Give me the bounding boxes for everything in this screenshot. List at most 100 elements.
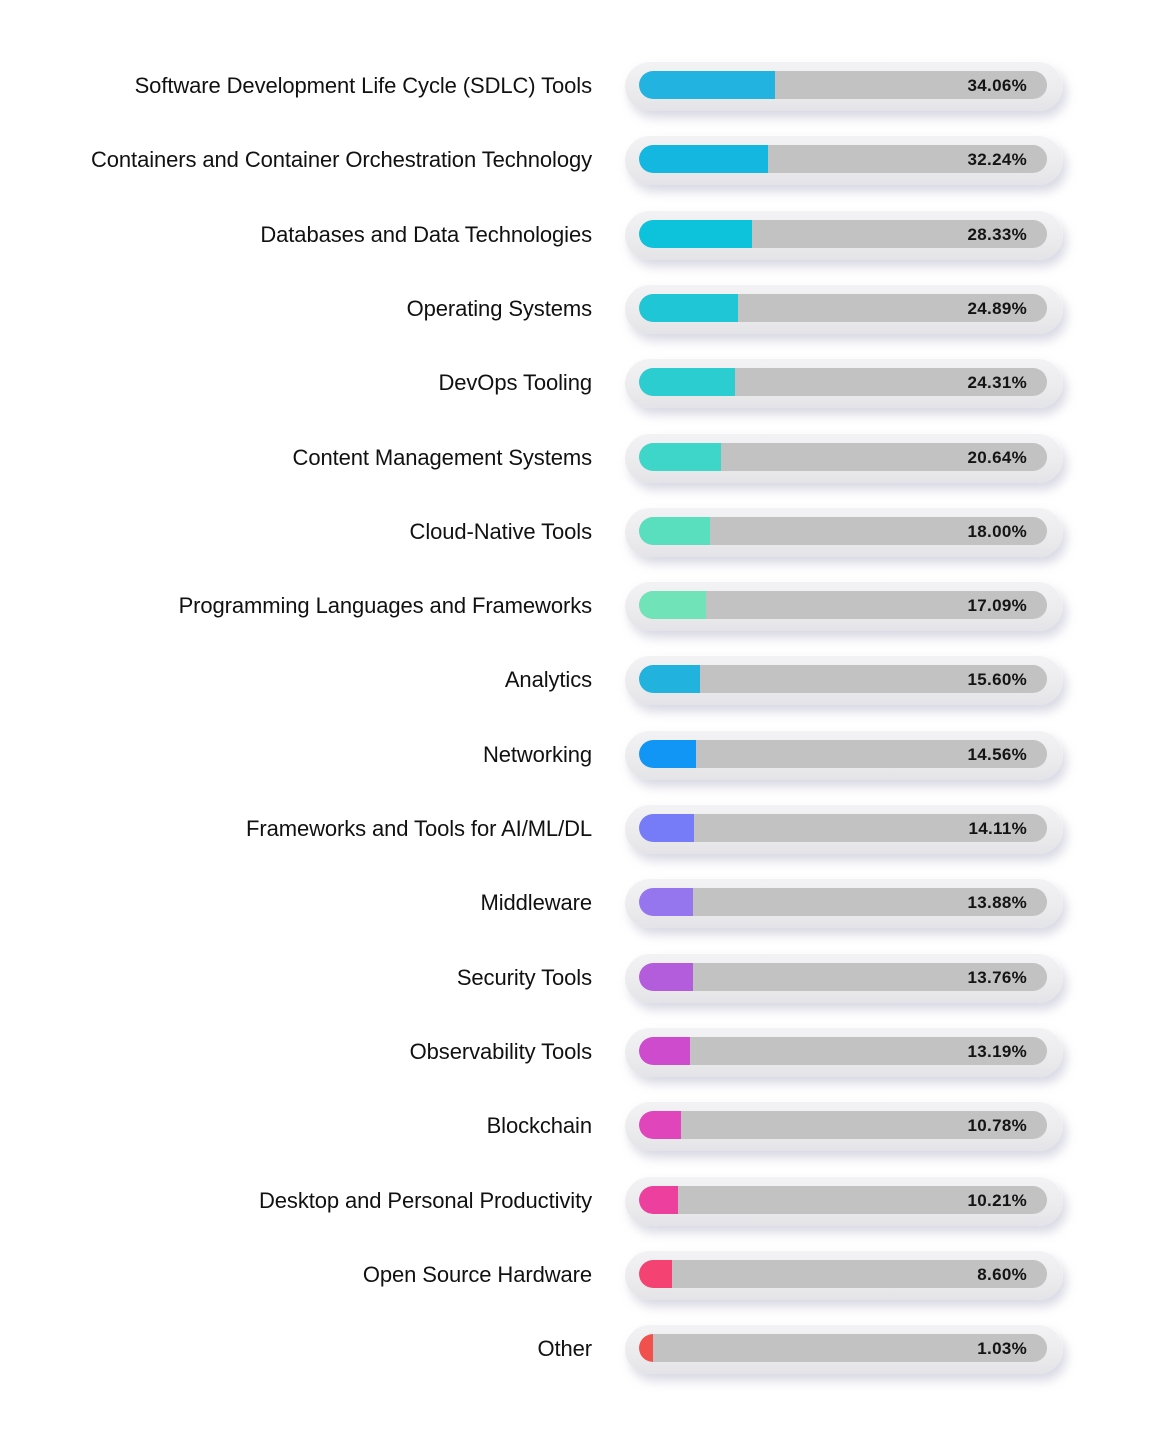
bar-track: 28.33% bbox=[639, 219, 1047, 248]
bar-track: 17.09% bbox=[639, 591, 1047, 620]
bar-container: 13.19% bbox=[625, 1026, 1063, 1077]
value-label: 18.00% bbox=[967, 521, 1027, 541]
bar-row: Operating Systems 24.89% bbox=[0, 272, 1159, 346]
value-label: 13.88% bbox=[967, 893, 1027, 913]
value-label: 32.24% bbox=[967, 150, 1027, 170]
bar-track: 8.60% bbox=[639, 1259, 1047, 1288]
bar-container: 14.56% bbox=[625, 729, 1063, 780]
bar-fill bbox=[639, 219, 752, 248]
category-label: Other bbox=[537, 1336, 592, 1362]
bar-fill bbox=[639, 814, 695, 842]
bar-fill bbox=[639, 1036, 691, 1065]
bar-row: Programming Languages and Frameworks 17.0… bbox=[0, 569, 1159, 643]
bar-fill bbox=[639, 665, 701, 694]
bar-track: 34.06% bbox=[639, 71, 1047, 99]
bar-track: 13.76% bbox=[639, 962, 1047, 991]
bar-container: 13.88% bbox=[625, 878, 1063, 929]
bar-fill bbox=[639, 71, 775, 99]
category-label: Programming Languages and Frameworks bbox=[178, 593, 592, 619]
value-label: 10.78% bbox=[967, 1116, 1027, 1136]
bar-track: 13.19% bbox=[639, 1036, 1047, 1065]
bar-container: 14.11% bbox=[625, 804, 1063, 854]
bar-fill bbox=[639, 1259, 672, 1288]
category-label: Databases and Data Technologies bbox=[260, 221, 592, 247]
bar-container: 34.06% bbox=[625, 61, 1063, 111]
bar-fill bbox=[639, 1185, 679, 1214]
category-label: Content Management Systems bbox=[292, 444, 593, 470]
bar-container: 8.60% bbox=[625, 1249, 1063, 1300]
category-label: Middleware bbox=[480, 890, 593, 916]
bar-container: 10.78% bbox=[625, 1101, 1063, 1152]
bar-container: 18.00% bbox=[625, 506, 1063, 557]
category-label: Desktop and Personal Productivity bbox=[259, 1187, 592, 1213]
value-label: 10.21% bbox=[967, 1190, 1027, 1210]
bar-row: Other 1.03% bbox=[0, 1312, 1159, 1386]
bar-track: 14.11% bbox=[639, 814, 1047, 842]
category-label: Containers and Container Orchestration T… bbox=[91, 147, 592, 173]
value-label: 14.56% bbox=[967, 744, 1027, 764]
category-label: Software Development Life Cycle (SDLC) T… bbox=[134, 73, 592, 98]
value-label: 8.60% bbox=[977, 1264, 1027, 1284]
value-label: 1.03% bbox=[977, 1339, 1027, 1359]
bar-row: Blockchain 10.78% bbox=[0, 1089, 1159, 1163]
bar-row: Open Source Hardware 8.60% bbox=[0, 1238, 1159, 1312]
value-label: 13.76% bbox=[967, 967, 1027, 987]
bar-fill bbox=[639, 442, 721, 471]
bar-fill bbox=[639, 145, 768, 174]
bar-container: 32.24% bbox=[625, 135, 1063, 186]
bar-container: 15.60% bbox=[625, 655, 1063, 706]
bar-row: Security Tools 13.76% bbox=[0, 941, 1159, 1015]
value-label: 34.06% bbox=[967, 76, 1027, 95]
category-label: Operating Systems bbox=[406, 295, 592, 321]
category-label: Blockchain bbox=[486, 1113, 593, 1139]
category-label: Observability Tools bbox=[409, 1038, 592, 1064]
bar-track: 18.00% bbox=[639, 516, 1047, 545]
bar-track: 24.31% bbox=[639, 368, 1047, 397]
bar-fill bbox=[639, 1334, 653, 1363]
bar-track: 13.88% bbox=[639, 888, 1047, 917]
bar-container: 24.89% bbox=[625, 283, 1063, 334]
horizontal-bar-chart: Software Development Life Cycle (SDLC) T… bbox=[0, 0, 1159, 1446]
category-label: Frameworks and Tools for AI/ML/DL bbox=[246, 816, 592, 841]
bar-container: 24.31% bbox=[625, 358, 1063, 409]
value-label: 20.64% bbox=[967, 447, 1027, 467]
bar-container: 28.33% bbox=[625, 209, 1063, 260]
category-label: Networking bbox=[482, 741, 592, 767]
value-label: 28.33% bbox=[967, 224, 1027, 244]
bar-container: 10.21% bbox=[625, 1175, 1063, 1226]
bar-row: Frameworks and Tools for AI/ML/DL 14.11% bbox=[0, 792, 1159, 866]
bar-row: Networking 14.56% bbox=[0, 718, 1159, 792]
bar-track: 14.56% bbox=[639, 739, 1047, 768]
category-label: Security Tools bbox=[456, 964, 592, 990]
bar-track: 32.24% bbox=[639, 145, 1047, 174]
bar-row: Software Development Life Cycle (SDLC) T… bbox=[0, 49, 1159, 123]
bar-container: 20.64% bbox=[625, 432, 1063, 483]
bar-row: Desktop and Personal Productivity 10.21% bbox=[0, 1164, 1159, 1238]
bar-fill bbox=[639, 591, 707, 620]
bar-track: 20.64% bbox=[639, 442, 1047, 471]
bar-row: Analytics 15.60% bbox=[0, 643, 1159, 717]
bar-container: 17.09% bbox=[625, 581, 1063, 632]
bar-container: 13.76% bbox=[625, 952, 1063, 1003]
bar-track: 10.78% bbox=[639, 1111, 1047, 1140]
value-label: 15.60% bbox=[967, 670, 1027, 690]
bar-track: 10.21% bbox=[639, 1185, 1047, 1214]
bar-track: 15.60% bbox=[639, 665, 1047, 694]
value-label: 24.89% bbox=[967, 298, 1027, 318]
category-label: DevOps Tooling bbox=[438, 370, 592, 396]
bar-fill bbox=[639, 888, 694, 917]
bar-row: DevOps Tooling 24.31% bbox=[0, 346, 1159, 420]
category-label: Cloud-Native Tools bbox=[409, 518, 593, 544]
bar-fill bbox=[639, 1111, 681, 1140]
bar-row: Observability Tools 13.19% bbox=[0, 1015, 1159, 1089]
category-label: Open Source Hardware bbox=[362, 1261, 592, 1287]
bar-row: Middleware 13.88% bbox=[0, 866, 1159, 940]
value-label: 17.09% bbox=[967, 596, 1027, 616]
category-label: Analytics bbox=[504, 667, 592, 693]
bar-track: 24.89% bbox=[639, 293, 1047, 322]
bar-fill bbox=[639, 739, 696, 768]
value-label: 14.11% bbox=[968, 819, 1027, 838]
bar-container: 1.03% bbox=[625, 1324, 1063, 1375]
bar-fill bbox=[639, 962, 693, 991]
bar-fill bbox=[639, 368, 736, 397]
